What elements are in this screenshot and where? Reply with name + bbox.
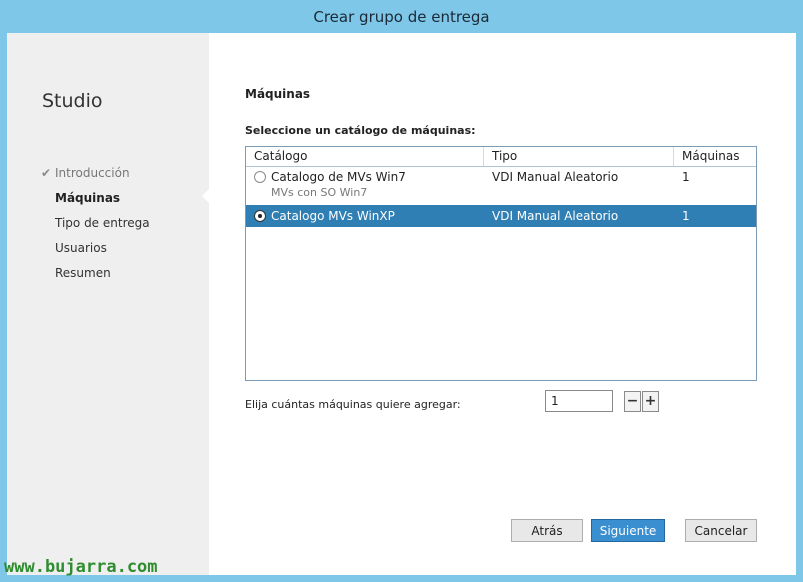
wizard-content: Máquinas Seleccione un catálogo de máqui… [209,33,796,575]
catalog-description: MVs con SO Win7 [271,186,368,199]
window-title-bar: Crear grupo de entrega [0,0,803,33]
next-button[interactable]: Siguiente [591,519,665,542]
step-resumen[interactable]: Resumen [41,264,150,289]
step-tipo-de-entrega[interactable]: Tipo de entrega [41,214,150,239]
step-label: Máquinas [55,191,121,205]
table-row-selected[interactable]: Catalogo MVs WinXP VDI Manual Aleatorio … [246,205,756,227]
increment-button[interactable]: + [642,391,659,412]
catalog-radio-win7[interactable] [254,171,266,183]
catalog-name: Catalogo MVs WinXP [271,209,395,223]
step-label: Resumen [55,266,111,280]
window-title: Crear grupo de entrega [313,7,490,26]
step-label: Introducción [55,166,130,180]
catalog-prompt: Seleccione un catálogo de máquinas: [245,124,476,137]
table-row[interactable]: Catalogo de MVs Win7 MVs con SO Win7 VDI… [246,167,756,205]
cancel-button[interactable]: Cancelar [685,519,757,542]
wizard-steps: ✔ Introducción Máquinas Tipo de entrega … [41,164,150,289]
column-header-tipo[interactable]: Tipo [484,147,674,166]
step-maquinas[interactable]: Máquinas [41,189,150,214]
back-button[interactable]: Atrás [511,519,583,542]
step-usuarios[interactable]: Usuarios [41,239,150,264]
catalog-table: Catálogo Tipo Máquinas Catalogo de MVs W… [245,146,757,381]
step-label: Usuarios [55,241,107,255]
column-header-maquinas[interactable]: Máquinas [674,147,756,166]
check-icon: ✔ [41,166,52,180]
catalog-name: Catalogo de MVs Win7 [271,170,406,184]
decrement-button[interactable]: − [624,391,641,412]
type-cell: VDI Manual Aleatorio [492,209,619,223]
wizard-sidebar: Studio ✔ Introducción Máquinas Tipo de e… [7,33,209,575]
step-introduccion[interactable]: ✔ Introducción [41,164,150,189]
catalog-cell: Catalogo MVs WinXP [246,205,484,227]
step-label: Tipo de entrega [55,216,150,230]
machine-count-prompt: Elija cuántas máquinas quiere agregar: [245,398,461,411]
wizard-window: Studio ✔ Introducción Máquinas Tipo de e… [7,33,796,575]
machines-cell: 1 [682,170,690,184]
current-step-pointer [202,189,209,203]
page-heading: Máquinas [245,87,311,101]
catalog-cell: Catalogo de MVs Win7 MVs con SO Win7 [246,167,484,205]
table-header: Catálogo Tipo Máquinas [246,147,756,167]
watermark: www.bujarra.com [4,557,158,577]
machine-count-input[interactable]: 1 [545,390,613,412]
column-header-catalogo[interactable]: Catálogo [246,147,484,166]
catalog-radio-winxp[interactable] [254,210,266,222]
machines-cell: 1 [682,209,690,223]
type-cell: VDI Manual Aleatorio [492,170,619,184]
studio-brand: Studio [42,90,103,112]
